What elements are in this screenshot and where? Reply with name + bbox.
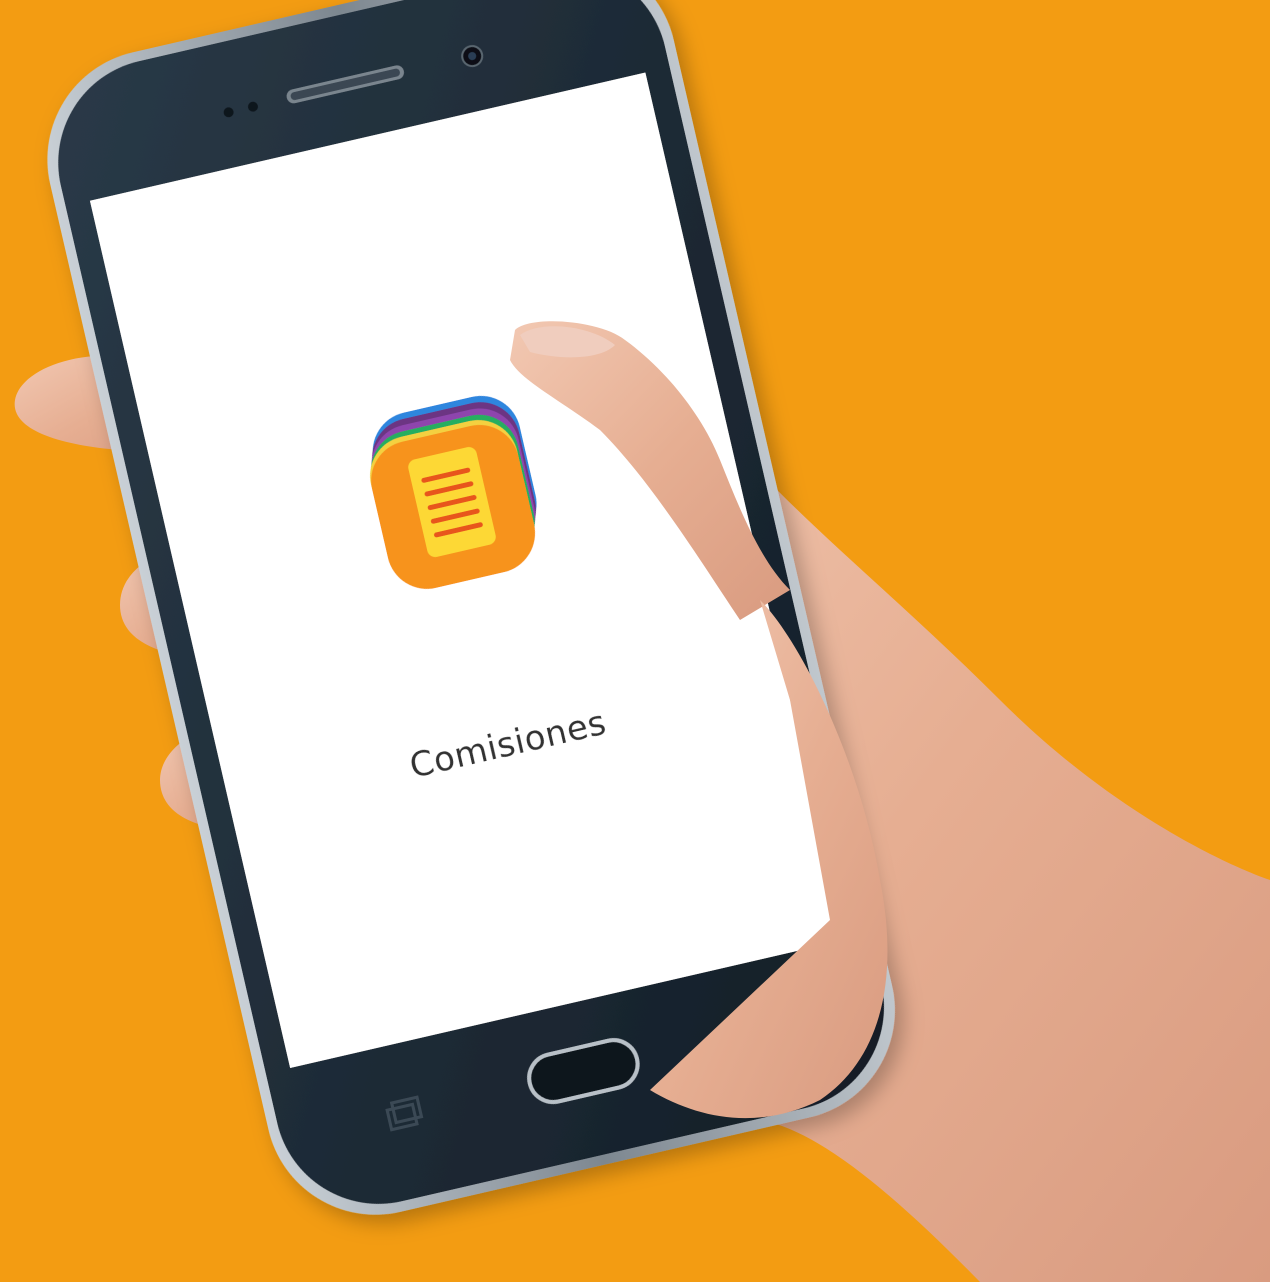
photo-stage: Comisiones [0,0,1270,1282]
phone-in-hand-scene: Comisiones [14,0,1270,1282]
